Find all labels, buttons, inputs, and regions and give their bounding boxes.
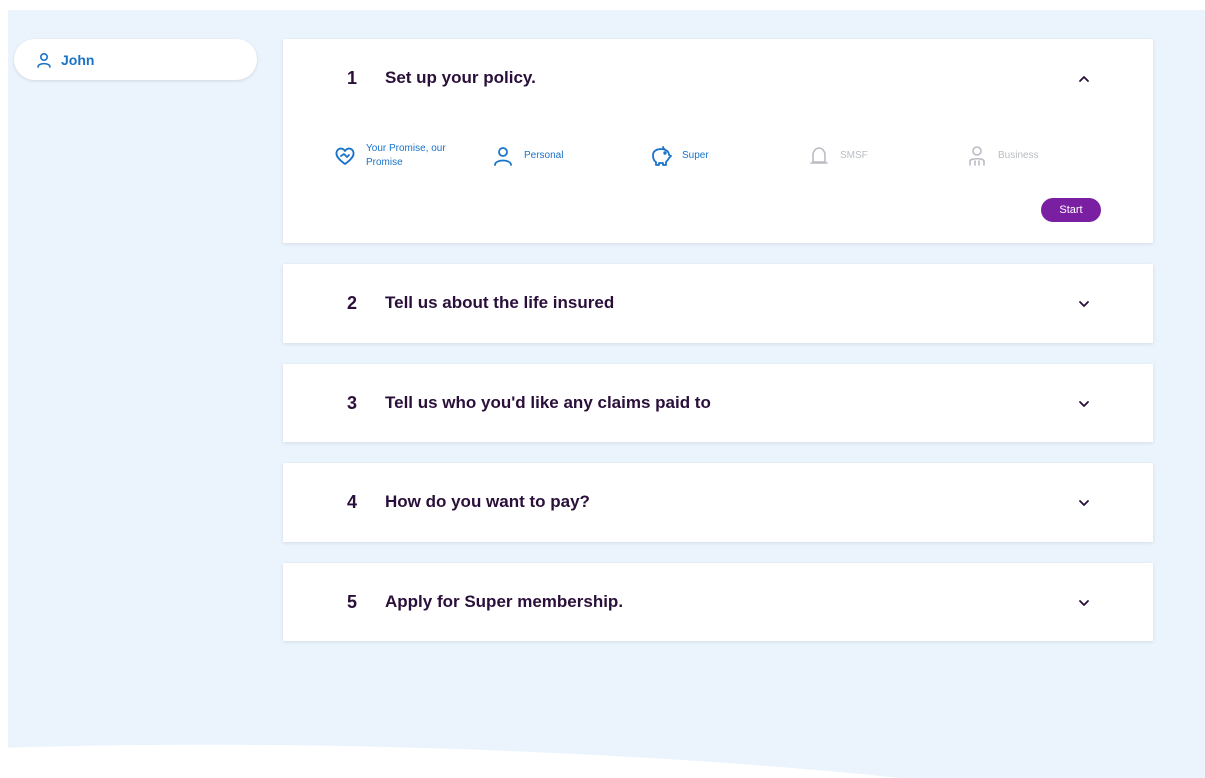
step-card-3: 3 Tell us who you'd like any claims paid… [283,364,1153,442]
step-number: 4 [347,492,358,512]
step-title: Set up your policy. [385,68,536,87]
chevron-up-icon[interactable] [1076,71,1092,87]
option-business[interactable]: Business [965,139,1039,173]
user-name: John [61,51,95,68]
step-number: 5 [347,592,358,612]
start-button[interactable]: Start [1041,198,1101,222]
chevron-down-icon[interactable] [1076,296,1092,312]
bell-icon [807,144,831,168]
step-header-4[interactable]: 4 How do you want to pay? [283,463,1153,543]
step-title: Tell us about the life insured [385,293,615,312]
chevron-down-icon[interactable] [1076,396,1092,412]
option-smsf[interactable]: SMSF [807,139,868,173]
step-header-3[interactable]: 3 Tell us who you'd like any claims paid… [283,364,1153,444]
chevron-down-icon[interactable] [1076,495,1092,511]
piggy-bank-icon [649,144,673,168]
option-personal[interactable]: Personal [491,139,563,173]
step-card-4: 4 How do you want to pay? [283,463,1153,542]
step-card-2: 2 Tell us about the life insured [283,264,1153,343]
option-super[interactable]: Super [649,139,709,173]
option-label: Business [998,150,1039,161]
option-label: Your Promise, our Promise [366,143,446,168]
step-number: 3 [347,393,358,413]
option-label: Personal [524,150,564,161]
step-title: Tell us who you'd like any claims paid t… [385,393,711,412]
step-header-2[interactable]: 2 Tell us about the life insured [283,264,1153,344]
chevron-down-icon[interactable] [1076,595,1092,611]
user-icon [36,52,52,68]
user-profile-button[interactable]: John [14,39,257,80]
option-label: Super [682,150,709,161]
people-icon [965,144,989,168]
step-header-1[interactable]: 1 Set up your policy. [283,39,1153,119]
option-label: SMSF [840,150,868,161]
step-header-5[interactable]: 5 Apply for Super membership. [283,563,1153,643]
step-number: 2 [347,293,358,313]
step-card-5: 5 Apply for Super membership. [283,563,1153,641]
step-number: 1 [347,68,358,88]
person-icon [491,144,515,168]
heart-handshake-icon [333,144,357,168]
step-title: How do you want to pay? [385,492,590,511]
step-title: Apply for Super membership. [385,592,624,611]
step-card-1: 1 Set up your policy. Your Promise, our … [283,39,1153,243]
option-your-promise[interactable]: Your Promise, our Promise [333,139,466,173]
policy-type-options: Your Promise, our Promise Personal Super [333,139,1113,173]
